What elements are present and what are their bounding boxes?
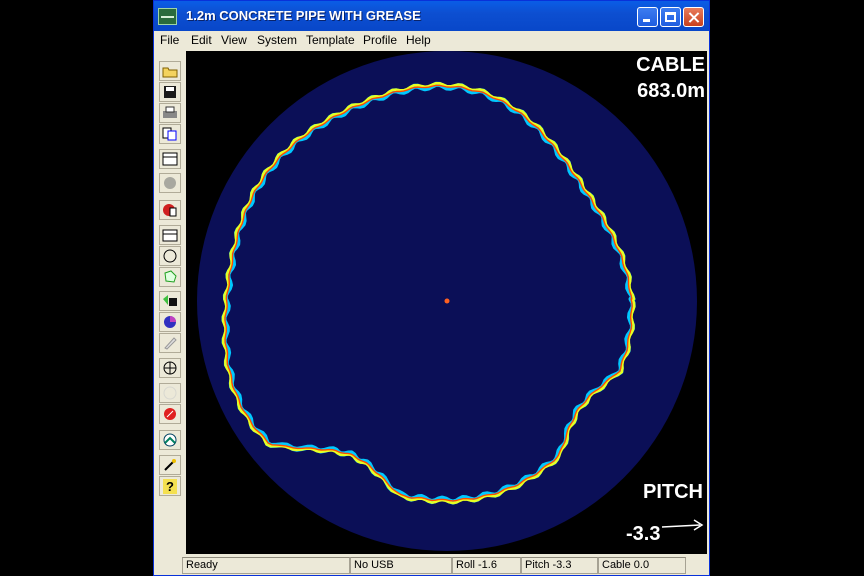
profile-icon[interactable]	[159, 430, 181, 450]
green-shape-icon[interactable]	[159, 267, 181, 287]
pitch-arrow-icon	[661, 519, 704, 531]
sonar-center-marker	[444, 298, 450, 304]
gray-circle-icon[interactable]	[159, 173, 181, 193]
status-roll: Roll -1.6	[452, 557, 521, 574]
pitch-value: -3.3	[626, 523, 661, 545]
wand-icon[interactable]	[159, 455, 181, 475]
status-cable: Cable 0.0	[598, 557, 686, 574]
cable-label: CABLE	[636, 54, 705, 76]
side-toolbar: ?	[156, 53, 184, 553]
maximize-button[interactable]	[660, 7, 681, 27]
menu-system[interactable]: System	[257, 33, 297, 47]
color-wheel-icon[interactable]	[159, 312, 181, 332]
blank-circle-icon[interactable]	[159, 383, 181, 403]
record-icon[interactable]	[159, 200, 181, 220]
menu-help[interactable]: Help	[406, 33, 431, 47]
menu-edit[interactable]: Edit	[191, 33, 212, 47]
stop-icon[interactable]	[159, 404, 181, 424]
title-bar[interactable]: 1.2m CONCRETE PIPE WITH GREASE	[154, 1, 709, 31]
pitch-label: PITCH	[643, 481, 703, 503]
menu-template[interactable]: Template	[306, 33, 355, 47]
cable-value: 683.0m	[637, 80, 705, 102]
grid-icon[interactable]	[159, 225, 181, 245]
minimize-button[interactable]	[637, 7, 658, 27]
window-title: 1.2m CONCRETE PIPE WITH GREASE	[186, 8, 421, 23]
crosshair-icon[interactable]	[159, 358, 181, 378]
menu-file[interactable]: File	[160, 33, 179, 47]
app-icon[interactable]	[158, 8, 177, 25]
print-icon[interactable]	[159, 103, 181, 123]
pencil-icon[interactable]	[159, 333, 181, 353]
help-icon[interactable]: ?	[159, 476, 181, 496]
circle-outline-icon[interactable]	[159, 246, 181, 266]
sonar-window: 1.2m CONCRETE PIPE WITH GREASE File Edit…	[153, 0, 710, 576]
status-ready: Ready	[182, 557, 350, 574]
save-green-icon[interactable]	[159, 291, 181, 311]
open-folder-icon[interactable]	[159, 61, 181, 81]
status-pitch: Pitch -3.3	[521, 557, 598, 574]
close-button[interactable]	[683, 7, 704, 27]
calendar-icon[interactable]	[159, 149, 181, 169]
menu-view[interactable]: View	[221, 33, 247, 47]
menu-bar: File Edit View System Template Profile H…	[154, 31, 709, 50]
status-usb: No USB	[350, 557, 452, 574]
copy-icon[interactable]	[159, 124, 181, 144]
status-bar: Ready No USB Roll -1.6 Pitch -3.3 Cable …	[154, 556, 709, 576]
sonar-display[interactable]: CABLE 683.0m PITCH -3.3	[186, 51, 707, 554]
menu-profile[interactable]: Profile	[363, 33, 397, 47]
sonar-scan	[197, 51, 697, 551]
save-icon[interactable]	[159, 82, 181, 102]
